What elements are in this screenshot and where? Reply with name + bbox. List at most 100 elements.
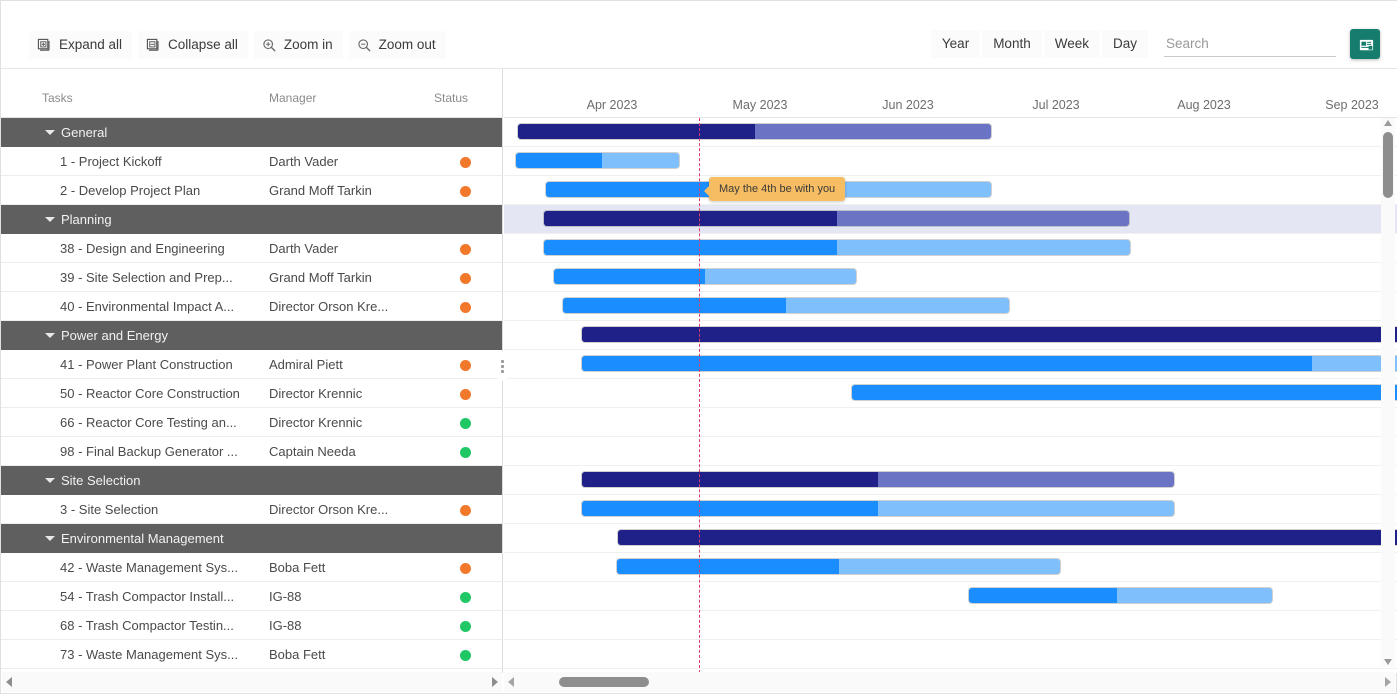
- timeline-scroll-thumb[interactable]: [559, 677, 649, 687]
- grid-task-row[interactable]: 98 - Final Backup Generator ... Captain N…: [1, 437, 502, 466]
- grid-summary-row[interactable]: Power and Energy: [1, 321, 502, 350]
- grid-horizontal-scrollbar[interactable]: [2, 672, 502, 692]
- column-header-manager[interactable]: Manager: [269, 91, 316, 105]
- expand-all-label: Expand all: [59, 37, 123, 52]
- task-gantt-bar[interactable]: [582, 356, 1397, 371]
- grid-task-row[interactable]: 2 - Develop Project Plan Grand Moff Tarki…: [1, 176, 502, 205]
- timeline-task-row[interactable]: [504, 437, 1397, 466]
- task-gantt-bar[interactable]: [582, 501, 1174, 516]
- grid-rows: General 1 - Project Kickoff Darth Vader 2 -…: [1, 118, 502, 669]
- column-header-tasks[interactable]: Tasks: [42, 91, 73, 105]
- grid-task-row[interactable]: 42 - Waste Management Sys... Boba Fett: [1, 553, 502, 582]
- grid-summary-row[interactable]: General: [1, 118, 502, 147]
- timeline-summary-row[interactable]: [504, 205, 1397, 234]
- expand-all-button[interactable]: Expand all: [29, 31, 133, 59]
- grid-task-row[interactable]: 40 - Environmental Impact A... Director O…: [1, 292, 502, 321]
- summary-gantt-bar[interactable]: [518, 124, 991, 139]
- timeline-summary-row[interactable]: [504, 466, 1397, 495]
- timeline-task-row[interactable]: [504, 263, 1397, 292]
- task-gantt-bar[interactable]: [554, 269, 856, 284]
- task-manager-cell: Boba Fett: [269, 647, 326, 662]
- bar-progress-fill: [852, 385, 1397, 400]
- bar-tooltip: May the 4th be with you: [703, 177, 846, 201]
- grid-scroll-left-arrow-icon[interactable]: [6, 677, 12, 687]
- chevron-down-icon[interactable]: [45, 333, 55, 338]
- zoom-unit-week[interactable]: Week: [1043, 30, 1100, 58]
- chevron-down-icon[interactable]: [45, 478, 55, 483]
- zoom-out-icon: [357, 38, 372, 53]
- grid-task-row[interactable]: 1 - Project Kickoff Darth Vader: [1, 147, 502, 176]
- timeline-horizontal-scrollbar[interactable]: [504, 672, 1395, 692]
- timeline-scroll-left-arrow-icon[interactable]: [508, 677, 514, 687]
- task-name-cell: 38 - Design and Engineering: [60, 241, 225, 256]
- grid-task-row[interactable]: 38 - Design and Engineering Darth Vader: [1, 234, 502, 263]
- timeline-task-row[interactable]: [504, 495, 1397, 524]
- zoom-out-button[interactable]: Zoom out: [348, 31, 446, 59]
- status-indicator-dot: [460, 244, 471, 255]
- vertical-scroll-thumb[interactable]: [1383, 132, 1393, 198]
- grid-task-row[interactable]: 39 - Site Selection and Prep... Grand Mof…: [1, 263, 502, 292]
- bar-progress-fill: [582, 356, 1313, 371]
- grid-scroll-right-arrow-icon[interactable]: [492, 677, 498, 687]
- collapse-all-label: Collapse all: [168, 37, 238, 52]
- summary-gantt-bar[interactable]: [582, 472, 1174, 487]
- chevron-down-icon[interactable]: [45, 217, 55, 222]
- timeline-summary-row[interactable]: [504, 524, 1397, 553]
- task-manager-cell: Darth Vader: [269, 154, 339, 169]
- timeline-task-row[interactable]: [504, 611, 1397, 640]
- task-gantt-bar[interactable]: [544, 240, 1130, 255]
- collapse-all-button[interactable]: Collapse all: [138, 31, 248, 59]
- status-indicator-dot: [460, 563, 471, 574]
- grid-summary-row[interactable]: Site Selection: [1, 466, 502, 495]
- timeline-task-row[interactable]: [504, 176, 1397, 205]
- search-container: [1164, 31, 1336, 57]
- zoom-in-button[interactable]: Zoom in: [253, 31, 343, 59]
- chevron-down-icon[interactable]: [45, 536, 55, 541]
- summary-gantt-bar[interactable]: [582, 327, 1397, 342]
- zoom-unit-day[interactable]: Day: [1101, 30, 1148, 58]
- search-input[interactable]: [1164, 31, 1336, 57]
- zoom-unit-month[interactable]: Month: [982, 30, 1042, 58]
- task-gantt-bar[interactable]: [852, 385, 1397, 400]
- grid-task-row[interactable]: 3 - Site Selection Director Orson Kre...: [1, 495, 502, 524]
- grid-task-row[interactable]: 50 - Reactor Core Construction Director K…: [1, 379, 502, 408]
- task-gantt-bar[interactable]: [516, 153, 679, 168]
- grid-task-row[interactable]: 54 - Trash Compactor Install... IG-88: [1, 582, 502, 611]
- timeline-task-row[interactable]: [504, 553, 1397, 582]
- timeline-summary-row[interactable]: [504, 118, 1397, 147]
- timeline-task-row[interactable]: [504, 350, 1397, 379]
- column-splitter-handle[interactable]: [498, 351, 507, 381]
- grid-summary-row[interactable]: Environmental Management: [1, 524, 502, 553]
- summary-gantt-bar[interactable]: [544, 211, 1129, 226]
- timeline-task-row[interactable]: [504, 147, 1397, 176]
- scroll-down-arrow-icon[interactable]: [1384, 659, 1392, 665]
- task-gantt-bar[interactable]: [617, 559, 1060, 574]
- timeline-summary-row[interactable]: [504, 321, 1397, 350]
- task-gantt-bar[interactable]: [969, 588, 1272, 603]
- timeline-vertical-scrollbar[interactable]: [1381, 118, 1395, 667]
- summary-gantt-bar[interactable]: [618, 530, 1397, 545]
- grid-task-row[interactable]: 73 - Waste Management Sys... Boba Fett: [1, 640, 502, 669]
- timeline-task-row[interactable]: [504, 640, 1397, 669]
- task-gantt-bar[interactable]: [563, 298, 1009, 313]
- grid-summary-row[interactable]: Planning: [1, 205, 502, 234]
- grid-task-row[interactable]: 68 - Trash Compactor Testin... IG-88: [1, 611, 502, 640]
- timeline-task-row[interactable]: [504, 582, 1397, 611]
- timeline-task-row[interactable]: [504, 408, 1397, 437]
- scroll-up-arrow-icon[interactable]: [1384, 120, 1392, 126]
- bar-progress-fill: [516, 153, 603, 168]
- zoom-in-icon: [262, 38, 277, 53]
- timeline-scroll-right-arrow-icon[interactable]: [1385, 677, 1391, 687]
- column-header-status[interactable]: Status: [434, 91, 468, 105]
- task-name-cell: 2 - Develop Project Plan: [60, 183, 201, 198]
- task-manager-cell: IG-88: [269, 618, 302, 633]
- status-indicator-dot: [460, 360, 471, 371]
- zoom-unit-year[interactable]: Year: [930, 30, 981, 58]
- grid-task-row[interactable]: 66 - Reactor Core Testing an... Director …: [1, 408, 502, 437]
- timeline-task-row[interactable]: [504, 379, 1397, 408]
- timeline-task-row[interactable]: [504, 234, 1397, 263]
- timeline-task-row[interactable]: [504, 292, 1397, 321]
- grid-task-row[interactable]: 41 - Power Plant Construction Admiral Pie…: [1, 350, 502, 379]
- chevron-down-icon[interactable]: [45, 130, 55, 135]
- notes-panel-button[interactable]: [1350, 29, 1380, 59]
